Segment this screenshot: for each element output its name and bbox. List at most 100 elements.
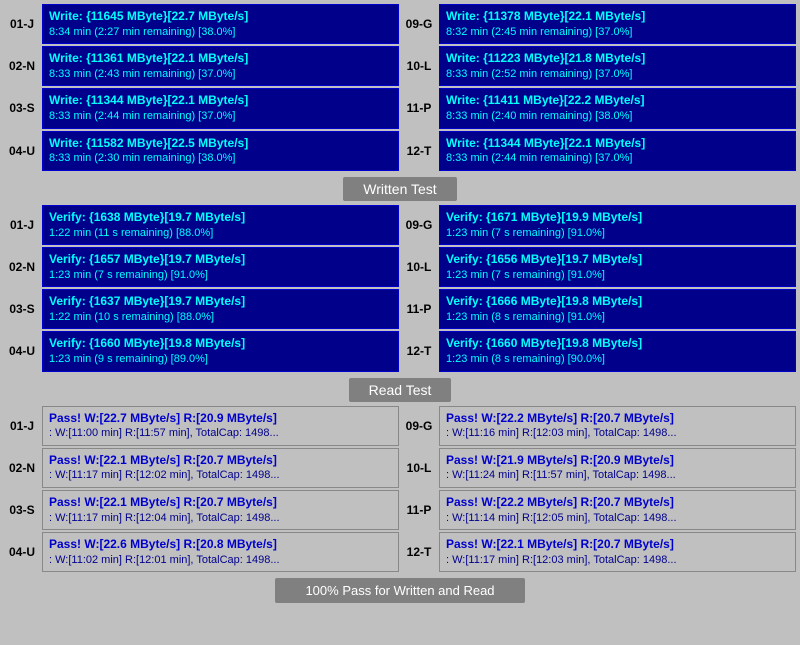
row-label-right: 11-P (401, 88, 437, 128)
cell-line1: Verify: {1656 MByte}[19.7 MByte/s] (446, 251, 789, 268)
row-label-right: 09-G (401, 4, 437, 44)
cell-line1: Pass! W:[22.6 MByte/s] R:[20.8 MByte/s] (49, 536, 392, 553)
row-label-left: 02-N (4, 247, 40, 287)
cell-line2: 8:34 min (2:27 min remaining) [38.0%] (49, 25, 392, 40)
cell-left: Verify: {1657 MByte}[19.7 MByte/s]1:23 m… (42, 247, 399, 287)
cell-line2: : W:[11:24 min] R:[11:57 min], TotalCap:… (446, 468, 789, 483)
row-label-right: 09-G (401, 205, 437, 245)
cell-right: Pass! W:[22.1 MByte/s] R:[20.7 MByte/s]:… (439, 532, 796, 572)
cell-line1: Pass! W:[22.2 MByte/s] R:[20.7 MByte/s] (446, 410, 789, 427)
cell-line2: 8:33 min (2:44 min remaining) [37.0%] (49, 109, 392, 124)
row-label-right: 10-L (401, 448, 437, 488)
cell-line2: 1:23 min (7 s remaining) [91.0%] (49, 268, 392, 283)
cell-right: Verify: {1660 MByte}[19.8 MByte/s]1:23 m… (439, 331, 796, 371)
cell-line2: : W:[11:00 min] R:[11:57 min], TotalCap:… (49, 426, 392, 441)
row-label-right: 10-L (401, 247, 437, 287)
cell-line2: 1:23 min (7 s remaining) [91.0%] (446, 268, 789, 283)
row-label-left: 01-J (4, 205, 40, 245)
cell-line1: Pass! W:[22.7 MByte/s] R:[20.9 MByte/s] (49, 410, 392, 427)
table-row: 01-JVerify: {1638 MByte}[19.7 MByte/s]1:… (4, 205, 796, 245)
cell-line2: 8:33 min (2:44 min remaining) [37.0%] (446, 151, 789, 166)
cell-line2: 8:33 min (2:30 min remaining) [38.0%] (49, 151, 392, 166)
cell-line1: Write: {11582 MByte}[22.5 MByte/s] (49, 135, 392, 152)
table-row: 01-JPass! W:[22.7 MByte/s] R:[20.9 MByte… (4, 406, 796, 446)
cell-line2: : W:[11:16 min] R:[12:03 min], TotalCap:… (446, 426, 789, 441)
cell-line1: Verify: {1660 MByte}[19.8 MByte/s] (446, 335, 789, 352)
cell-right: Verify: {1666 MByte}[19.8 MByte/s]1:23 m… (439, 289, 796, 329)
cell-right: Write: {11378 MByte}[22.1 MByte/s]8:32 m… (439, 4, 796, 44)
cell-line1: Write: {11361 MByte}[22.1 MByte/s] (49, 50, 392, 67)
cell-left: Pass! W:[22.7 MByte/s] R:[20.9 MByte/s]:… (42, 406, 399, 446)
cell-right: Write: {11223 MByte}[21.8 MByte/s]8:33 m… (439, 46, 796, 86)
cell-line2: : W:[11:02 min] R:[12:01 min], TotalCap:… (49, 553, 392, 568)
row-label-right: 10-L (401, 46, 437, 86)
table-row: 04-UWrite: {11582 MByte}[22.5 MByte/s]8:… (4, 131, 796, 171)
row-label-right: 12-T (401, 331, 437, 371)
cell-line1: Write: {11645 MByte}[22.7 MByte/s] (49, 8, 392, 25)
cell-right: Verify: {1656 MByte}[19.7 MByte/s]1:23 m… (439, 247, 796, 287)
read-test-label: Read Test (349, 378, 452, 402)
cell-left: Verify: {1660 MByte}[19.8 MByte/s]1:23 m… (42, 331, 399, 371)
cell-line1: Pass! W:[22.1 MByte/s] R:[20.7 MByte/s] (446, 536, 789, 553)
row-label-right: 12-T (401, 131, 437, 171)
cell-line1: Verify: {1660 MByte}[19.8 MByte/s] (49, 335, 392, 352)
cell-line2: : W:[11:17 min] R:[12:03 min], TotalCap:… (446, 553, 789, 568)
row-label-left: 01-J (4, 406, 40, 446)
bottom-bar: 100% Pass for Written and Read (4, 578, 796, 603)
cell-line1: Write: {11223 MByte}[21.8 MByte/s] (446, 50, 789, 67)
read-test-header: Read Test (4, 378, 796, 402)
cell-line1: Write: {11378 MByte}[22.1 MByte/s] (446, 8, 789, 25)
row-label-left: 01-J (4, 4, 40, 44)
cell-right: Pass! W:[21.9 MByte/s] R:[20.9 MByte/s]:… (439, 448, 796, 488)
cell-line2: 8:33 min (2:40 min remaining) [38.0%] (446, 109, 789, 124)
cell-line2: : W:[11:17 min] R:[12:02 min], TotalCap:… (49, 468, 392, 483)
table-row: 03-SPass! W:[22.1 MByte/s] R:[20.7 MByte… (4, 490, 796, 530)
cell-left: Pass! W:[22.1 MByte/s] R:[20.7 MByte/s]:… (42, 448, 399, 488)
cell-line1: Pass! W:[22.2 MByte/s] R:[20.7 MByte/s] (446, 494, 789, 511)
table-row: 04-UVerify: {1660 MByte}[19.8 MByte/s]1:… (4, 331, 796, 371)
table-row: 02-NVerify: {1657 MByte}[19.7 MByte/s]1:… (4, 247, 796, 287)
cell-line1: Verify: {1637 MByte}[19.7 MByte/s] (49, 293, 392, 310)
cell-line1: Pass! W:[22.1 MByte/s] R:[20.7 MByte/s] (49, 494, 392, 511)
table-row: 03-SVerify: {1637 MByte}[19.7 MByte/s]1:… (4, 289, 796, 329)
cell-line1: Write: {11411 MByte}[22.2 MByte/s] (446, 92, 789, 109)
cell-left: Verify: {1637 MByte}[19.7 MByte/s]1:22 m… (42, 289, 399, 329)
row-label-left: 04-U (4, 131, 40, 171)
table-row: 03-SWrite: {11344 MByte}[22.1 MByte/s]8:… (4, 88, 796, 128)
cell-right: Write: {11344 MByte}[22.1 MByte/s]8:33 m… (439, 131, 796, 171)
cell-right: Pass! W:[22.2 MByte/s] R:[20.7 MByte/s]:… (439, 490, 796, 530)
cell-line2: : W:[11:17 min] R:[12:04 min], TotalCap:… (49, 511, 392, 526)
cell-left: Write: {11361 MByte}[22.1 MByte/s]8:33 m… (42, 46, 399, 86)
cell-line2: 1:23 min (7 s remaining) [91.0%] (446, 226, 789, 241)
cell-line2: : W:[11:14 min] R:[12:05 min], TotalCap:… (446, 511, 789, 526)
bottom-bar-label: 100% Pass for Written and Read (275, 578, 524, 603)
cell-line2: 1:23 min (8 s remaining) [91.0%] (446, 310, 789, 325)
cell-left: Pass! W:[22.6 MByte/s] R:[20.8 MByte/s]:… (42, 532, 399, 572)
cell-line1: Pass! W:[22.1 MByte/s] R:[20.7 MByte/s] (49, 452, 392, 469)
row-label-right: 09-G (401, 406, 437, 446)
table-row: 01-JWrite: {11645 MByte}[22.7 MByte/s]8:… (4, 4, 796, 44)
row-label-left: 04-U (4, 331, 40, 371)
row-label-left: 02-N (4, 448, 40, 488)
main-container: 01-JWrite: {11645 MByte}[22.7 MByte/s]8:… (0, 0, 800, 611)
row-label-right: 11-P (401, 490, 437, 530)
cell-line1: Pass! W:[21.9 MByte/s] R:[20.9 MByte/s] (446, 452, 789, 469)
row-label-right: 11-P (401, 289, 437, 329)
cell-line2: 1:23 min (9 s remaining) [89.0%] (49, 352, 392, 367)
cell-line2: 1:22 min (11 s remaining) [88.0%] (49, 226, 392, 241)
cell-left: Write: {11645 MByte}[22.7 MByte/s]8:34 m… (42, 4, 399, 44)
row-label-left: 03-S (4, 289, 40, 329)
row-label-left: 04-U (4, 532, 40, 572)
cell-line2: 8:33 min (2:43 min remaining) [37.0%] (49, 67, 392, 82)
cell-line2: 1:23 min (8 s remaining) [90.0%] (446, 352, 789, 367)
verify-section: 01-JVerify: {1638 MByte}[19.7 MByte/s]1:… (4, 205, 796, 372)
table-row: 02-NWrite: {11361 MByte}[22.1 MByte/s]8:… (4, 46, 796, 86)
cell-line1: Verify: {1666 MByte}[19.8 MByte/s] (446, 293, 789, 310)
cell-line1: Verify: {1638 MByte}[19.7 MByte/s] (49, 209, 392, 226)
write-section: 01-JWrite: {11645 MByte}[22.7 MByte/s]8:… (4, 4, 796, 171)
written-test-label: Written Test (343, 177, 456, 201)
cell-line1: Write: {11344 MByte}[22.1 MByte/s] (446, 135, 789, 152)
row-label-left: 03-S (4, 88, 40, 128)
cell-left: Pass! W:[22.1 MByte/s] R:[20.7 MByte/s]:… (42, 490, 399, 530)
cell-right: Write: {11411 MByte}[22.2 MByte/s]8:33 m… (439, 88, 796, 128)
